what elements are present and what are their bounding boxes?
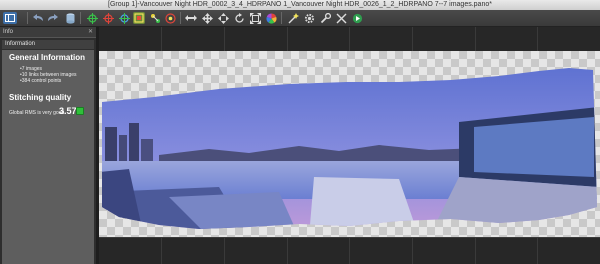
rms-value: 3.57 xyxy=(59,106,77,116)
pan-arrows-icon[interactable] xyxy=(217,12,229,24)
information-section-label: Information xyxy=(5,41,36,47)
expand-icon[interactable] xyxy=(249,12,261,24)
main-toolbar xyxy=(0,10,600,27)
info-panel: Information General Information 7 images… xyxy=(0,38,96,264)
crosshair-blue-icon[interactable] xyxy=(118,12,130,24)
stitching-quality-heading: Stitching quality xyxy=(9,93,72,102)
wand-icon[interactable] xyxy=(287,12,299,24)
rotate-arrows-icon[interactable] xyxy=(233,12,245,24)
window-title: [Group 1]-Vancouver Night HDR_0002_3_4_H… xyxy=(108,1,492,8)
render-icon[interactable] xyxy=(351,12,363,24)
undo-icon[interactable] xyxy=(32,12,44,24)
color-wheel-icon[interactable] xyxy=(265,12,277,24)
wrench-icon[interactable] xyxy=(319,12,331,24)
information-body: General Information 7 images 10 links be… xyxy=(2,50,94,264)
gear-icon[interactable] xyxy=(303,12,315,24)
tools-icon[interactable] xyxy=(335,12,347,24)
arrows-horizontal-icon[interactable] xyxy=(185,12,197,24)
crosshair-red-icon[interactable] xyxy=(102,12,114,24)
general-information-heading: General Information xyxy=(9,53,86,62)
rms-label: Global RMS is very good xyxy=(9,110,65,116)
toolbar-separator xyxy=(27,12,28,24)
optimize-icon[interactable] xyxy=(164,12,176,24)
information-section-header: Information xyxy=(2,40,94,49)
quality-status-icon xyxy=(76,107,84,115)
move-arrows-icon[interactable] xyxy=(201,12,213,24)
crosshair-green-icon[interactable] xyxy=(86,12,98,24)
toolbar-separator xyxy=(281,12,282,24)
control-points-icon[interactable] xyxy=(149,12,161,24)
cylinder-icon[interactable] xyxy=(64,12,76,24)
toolbar-separator xyxy=(80,12,81,24)
toolbar-separator xyxy=(180,12,181,24)
layout-icon[interactable] xyxy=(3,12,17,24)
info-panel-header: Info ✕ xyxy=(0,27,96,38)
info-panel-label: Info xyxy=(3,29,14,35)
redo-icon[interactable] xyxy=(46,12,58,24)
general-information-list: 7 images 10 links between images 384 con… xyxy=(20,66,77,84)
list-item: 384 control points xyxy=(20,78,77,84)
close-icon[interactable]: ✕ xyxy=(88,27,93,37)
panorama-canvas[interactable] xyxy=(99,27,600,264)
crop-icon[interactable] xyxy=(133,12,145,24)
panorama-preview xyxy=(99,51,600,237)
